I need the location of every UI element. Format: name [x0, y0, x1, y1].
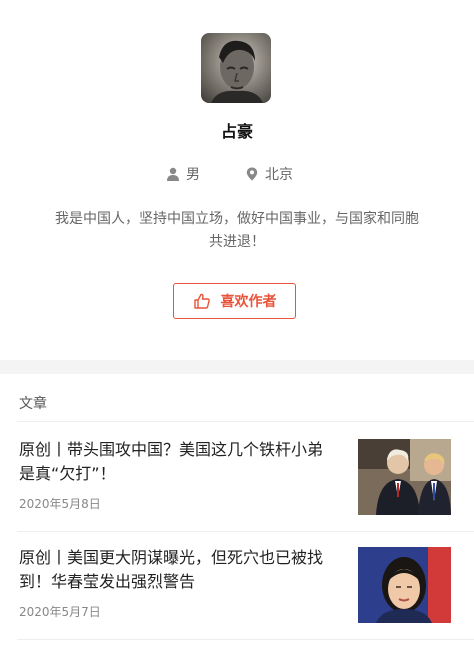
article-title-line-2: 到！华春莹发出强烈警告: [19, 572, 196, 591]
article-separator: [17, 531, 474, 532]
like-author-button[interactable]: 喜欢作者: [173, 283, 296, 319]
portrait-image: [211, 40, 263, 103]
bio-line-2: 共进退！: [209, 234, 265, 250]
like-author-label: 喜欢作者: [220, 294, 277, 310]
avatar[interactable]: [201, 33, 271, 103]
articles-section-title: 文章: [19, 396, 47, 412]
article-title-line-2: 是真“欠打”！: [19, 464, 116, 483]
author-meta: 男 北京: [0, 164, 474, 184]
author-profile: 占豪 男 北京 我是中国人，坚持中国立场，做好中国事业，与国家和同胞 共进退！: [0, 0, 474, 360]
gender-label: 男: [186, 167, 200, 183]
article-title[interactable]: 原创丨带头围攻中国？美国这几个铁杆小弟 是真“欠打”！: [19, 438, 345, 486]
article-title-line-1: 原创丨带头围攻中国？美国这几个铁杆小弟: [19, 440, 324, 459]
article-item[interactable]: 原创丨美国更大阴谋曝光，但死穴也已被找 到！华春莹发出强烈警告 2020年5月7…: [0, 546, 474, 652]
section-divider: [0, 360, 474, 374]
article-title[interactable]: 原创丨美国更大阴谋曝光，但死穴也已被找 到！华春莹发出强烈警告: [19, 546, 345, 594]
article-thumbnail[interactable]: [358, 547, 451, 623]
author-name: 占豪: [220, 122, 253, 141]
article-item[interactable]: 原创丨带头围攻中国？美国这几个铁杆小弟 是真“欠打”！ 2020年5月8日: [0, 438, 474, 544]
person-icon: [166, 167, 180, 181]
location-info: 北京: [245, 164, 293, 184]
section-title-divider: [17, 421, 474, 422]
author-bio: 我是中国人，坚持中国立场，做好中国事业，与国家和同胞 共进退！: [44, 208, 430, 254]
thumbs-up-icon: [193, 292, 211, 310]
article-date: 2020年5月8日: [19, 497, 101, 511]
article-title-line-1: 原创丨美国更大阴谋曝光，但死穴也已被找: [19, 548, 324, 567]
location-pin-icon: [245, 167, 259, 181]
location-label: 北京: [265, 167, 293, 183]
gender-info: 男: [166, 164, 200, 184]
bio-line-1: 我是中国人，坚持中国立场，做好中国事业，与国家和同胞: [55, 211, 419, 227]
article-thumbnail[interactable]: [358, 439, 451, 515]
article-date: 2020年5月7日: [19, 605, 101, 619]
